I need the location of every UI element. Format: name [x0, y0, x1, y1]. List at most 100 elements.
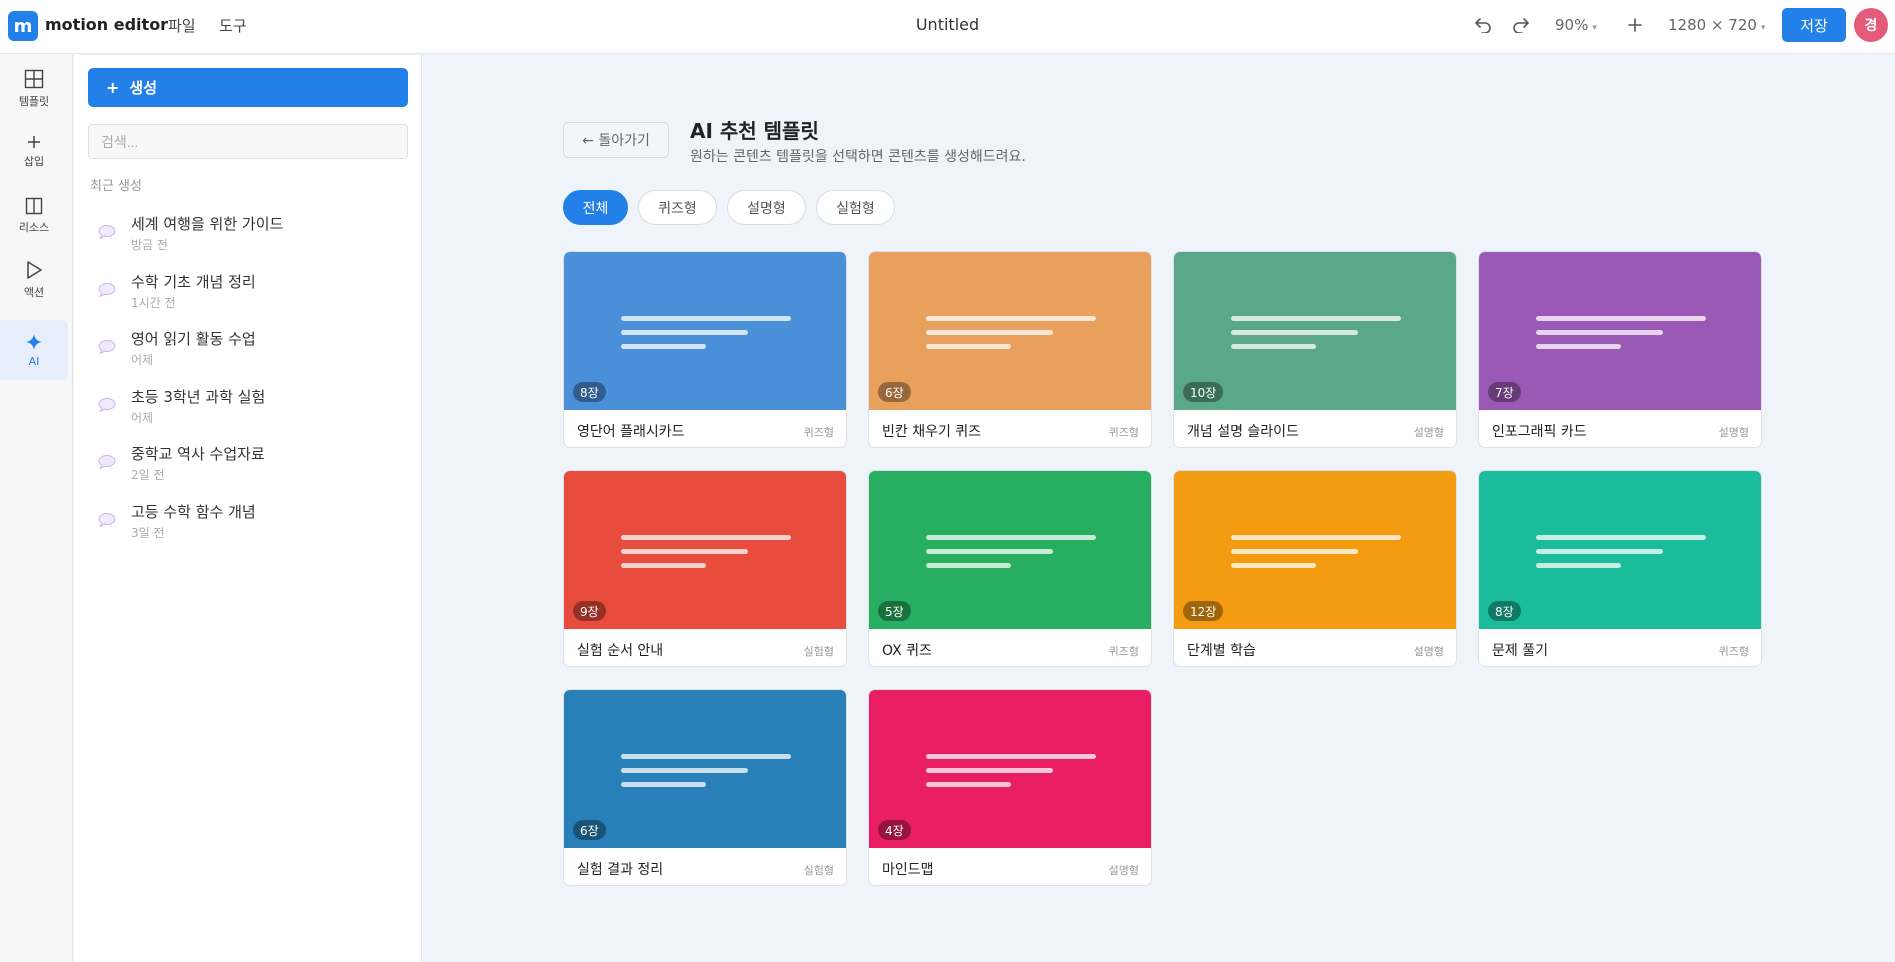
- slide-count-badge: 9장: [573, 601, 606, 621]
- template-name: 실험 순서 안내: [577, 643, 664, 659]
- template-type: 실험형: [803, 864, 834, 877]
- recent-item-time: 2일 전: [131, 468, 165, 482]
- template-type: 설명형: [1413, 645, 1444, 658]
- recent-item[interactable]: 영어 읽기 활동 수업 어제: [98, 328, 398, 376]
- sparkle-icon: [26, 333, 42, 350]
- placeholder-line: [926, 330, 1053, 335]
- document-title[interactable]: Untitled: [916, 15, 979, 34]
- zoom-in-icon[interactable]: [1622, 12, 1648, 38]
- template-card[interactable]: 7장 인포그래픽 카드 설명형: [1478, 251, 1762, 448]
- template-card[interactable]: 6장 빈칸 채우기 퀴즈 퀴즈형: [868, 251, 1152, 448]
- template-type: 퀴즈형: [803, 426, 834, 439]
- slide-count-badge: 6장: [878, 382, 911, 402]
- create-button-label: 생성: [129, 79, 158, 97]
- back-button[interactable]: ← 돌아가기: [563, 122, 669, 158]
- columns-icon: [25, 197, 43, 215]
- placeholder-line: [621, 768, 748, 773]
- template-thumbnail: 4장: [869, 690, 1151, 848]
- template-type: 퀴즈형: [1718, 645, 1749, 658]
- chat-bubble-icon: [98, 455, 116, 469]
- template-thumbnail: 10장: [1174, 252, 1456, 410]
- recent-item-title: 세계 여행을 위한 가이드: [131, 215, 284, 233]
- chat-bubble-icon: [98, 340, 116, 354]
- recent-item-time: 1시간 전: [131, 295, 176, 310]
- app-logo[interactable]: m: [8, 11, 38, 41]
- template-card[interactable]: 5장 OX 퀴즈 퀴즈형: [868, 470, 1152, 667]
- template-name: 영단어 플래시카드: [577, 424, 685, 440]
- icon-rail: 템플릿 삽입 리소스 액션 AI: [0, 55, 73, 962]
- chat-bubble-icon: [98, 397, 116, 412]
- template-name: 실험 결과 정리: [577, 862, 664, 878]
- template-name: 단계별 학습: [1187, 643, 1256, 659]
- save-button[interactable]: 저장: [1782, 8, 1846, 42]
- template-card[interactable]: 4장 마인드맵 설명형: [868, 689, 1152, 886]
- canvas-size-select[interactable]: 1280 × 720 ▾: [1668, 16, 1765, 34]
- slide-count-badge: 8장: [573, 382, 606, 402]
- chevron-down-icon: ▾: [1592, 23, 1597, 33]
- template-name: 마인드맵: [882, 862, 934, 878]
- placeholder-line: [926, 782, 1011, 787]
- undo-icon[interactable]: [1470, 12, 1496, 38]
- create-button[interactable]: + 생성: [88, 68, 408, 107]
- recent-item-title: 수학 기초 개념 정리: [131, 272, 256, 291]
- redo-icon[interactable]: [1508, 12, 1534, 38]
- app-name: motion editor: [45, 15, 169, 34]
- rail-item-label: 삽입: [23, 155, 45, 168]
- recent-item[interactable]: 수학 기초 개념 정리 1시간 전: [98, 271, 398, 319]
- template-card[interactable]: 10장 개념 설명 슬라이드 설명형: [1173, 251, 1457, 448]
- menu-tools[interactable]: 도구: [219, 15, 247, 36]
- plus-icon: +: [106, 78, 120, 97]
- template-card[interactable]: 12장단계별 학습 설명형: [1173, 470, 1457, 667]
- placeholder-line: [1231, 549, 1358, 554]
- placeholder-line: [1536, 535, 1706, 540]
- top-bar: m motion editor 파일 도구 Untitled 90% ▾ 1280…: [0, 0, 1895, 54]
- recent-item-title: 고등 수학 함수 개념: [131, 502, 256, 521]
- rail-item-actions[interactable]: 액션: [0, 250, 68, 310]
- plus-icon: [28, 136, 40, 148]
- menu-file[interactable]: 파일: [168, 15, 196, 36]
- template-thumbnail: 5장: [869, 471, 1151, 629]
- recent-item[interactable]: 중학교 역사 수업자료 2일 전: [98, 443, 398, 491]
- recent-item[interactable]: 고등 수학 함수 개념 3일 전: [98, 501, 398, 549]
- template-type: 설명형: [1413, 426, 1444, 439]
- filter-chip-explain[interactable]: 설명형: [727, 190, 806, 225]
- recent-item[interactable]: 세계 여행을 위한 가이드방금 전: [98, 213, 398, 261]
- placeholder-line: [926, 344, 1011, 349]
- recent-item-title: 초등 3학년 과학 실험: [131, 387, 266, 406]
- slide-count-badge: 4장: [878, 820, 911, 840]
- play-icon: [27, 261, 42, 279]
- rail-item-templates[interactable]: 템플릿: [0, 59, 68, 119]
- rail-item-resources[interactable]: 리소스: [0, 186, 68, 246]
- template-card[interactable]: 9장 실험 순서 안내 실험형: [563, 470, 847, 667]
- recent-item-time: 방금 전: [131, 238, 168, 252]
- placeholder-line: [621, 330, 748, 335]
- recent-item-title: 영어 읽기 활동 수업: [131, 330, 256, 348]
- placeholder-line: [1231, 563, 1316, 568]
- placeholder-line: [1231, 344, 1316, 349]
- avatar[interactable]: 경: [1854, 8, 1888, 42]
- filter-chip-experiment[interactable]: 실험형: [816, 190, 895, 225]
- placeholder-line: [621, 563, 706, 568]
- search-input[interactable]: [88, 124, 408, 159]
- placeholder-line: [926, 549, 1053, 554]
- recent-item[interactable]: 초등 3학년 과학 실험 어제: [98, 386, 398, 434]
- zoom-select[interactable]: 90% ▾: [1555, 16, 1597, 34]
- template-card[interactable]: 6장 실험 결과 정리 실험형: [563, 689, 847, 886]
- placeholder-line: [926, 754, 1096, 759]
- placeholder-line: [1536, 330, 1663, 335]
- page-title: AI 추천 템플릿: [690, 119, 819, 143]
- template-thumbnail: 8장: [1479, 471, 1761, 629]
- recent-item-title: 중학교 역사 수업자료: [131, 445, 265, 463]
- filter-chip-all[interactable]: 전체: [563, 190, 628, 225]
- template-thumbnail: 6장: [869, 252, 1151, 410]
- filter-chip-quiz[interactable]: 퀴즈형: [638, 190, 717, 225]
- template-card[interactable]: 8장영단어 플래시카드 퀴즈형: [563, 251, 847, 448]
- rail-item-insert[interactable]: 삽입: [0, 122, 68, 182]
- placeholder-line: [1231, 330, 1358, 335]
- placeholder-line: [926, 316, 1096, 321]
- placeholder-line: [926, 563, 1011, 568]
- template-card[interactable]: 8장 문제 풀기 퀴즈형: [1478, 470, 1762, 667]
- rail-item-ai[interactable]: AI: [0, 320, 68, 380]
- ai-side-panel: + 생성 최근 생성 세계 여행을 위한 가이드방금 전수학 기초 개념 정리 1…: [74, 55, 422, 962]
- slide-count-badge: 12장: [1183, 601, 1224, 621]
